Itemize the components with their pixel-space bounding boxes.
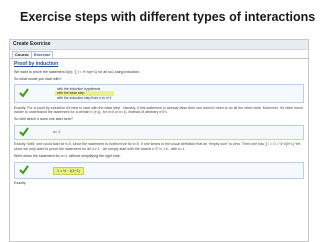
proof-title: Proof by induction [14, 61, 59, 67]
answer-box-3: 1 = ½ · 1(1+1) [14, 161, 304, 179]
feedback-1: Exactly. For a proof by induction it's b… [14, 105, 303, 115]
feedback-2: Exactly. Well, one could start at n=0, s… [14, 142, 301, 152]
tab-course[interactable]: Course [12, 51, 32, 58]
answer-box-2: n= 1 [14, 124, 304, 140]
formula-answer-field[interactable]: 1 = ½ · 1(1+1) [53, 166, 84, 175]
check-icon [19, 127, 29, 137]
choice-option-induction-step[interactable]: with the induction step from n to n+1 [55, 96, 114, 100]
question-2: So with which n does one start here? [14, 117, 73, 122]
statement-text: We want to prove the statement A(n): ∑ i… [14, 69, 140, 74]
exercise-content: Proof by induction We want to prove the … [14, 60, 304, 186]
tab-exercise[interactable]: Exercise [31, 51, 54, 58]
exercise-panel: Create Exercise Course Exercise Proof by… [9, 39, 309, 242]
answer-n-field[interactable]: n= 1 [53, 130, 60, 134]
answer-box-1: with the induction hypothesis with the b… [14, 84, 304, 104]
check-icon [19, 165, 29, 175]
panel-title: Create Exercise [10, 40, 308, 50]
check-icon [19, 88, 29, 98]
feedback-3: Exactly. [14, 181, 27, 186]
question-3: Write down the statement for n=1, withou… [14, 154, 121, 159]
choice-list: with the induction hypothesis with the b… [55, 87, 114, 100]
question-1: So what would you start with? [14, 76, 62, 81]
tab-bar: Course Exercise [10, 50, 308, 59]
slide-title: Exercise steps with different types of i… [20, 10, 316, 24]
